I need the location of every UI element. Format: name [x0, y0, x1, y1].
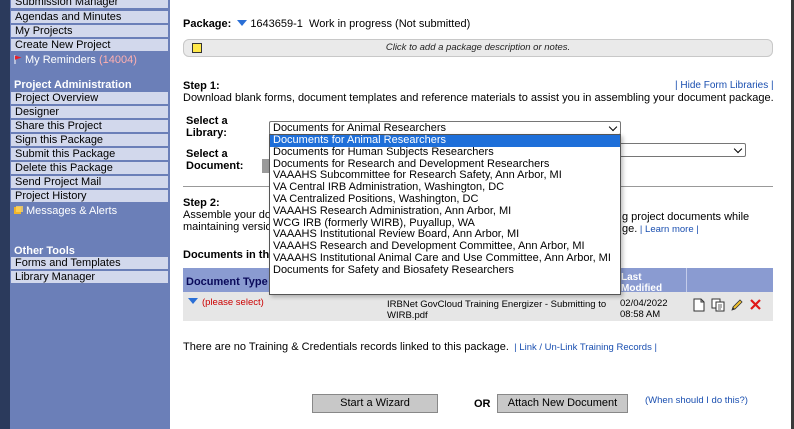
documents-in-package-heading: Documents in thi	[183, 249, 273, 261]
select-document-label: Select a Document:	[186, 148, 244, 172]
sidebar-item-my-projects[interactable]: My Projects	[11, 25, 168, 38]
library-dropdown-list[interactable]: Documents for Animal Researchers Document…	[269, 134, 621, 295]
chevron-down-icon	[733, 144, 743, 154]
library-select-value: Documents for Animal Researchers	[273, 122, 447, 134]
sidebar-item-create-project[interactable]: Create New Project	[11, 39, 168, 52]
sidebar-item-share[interactable]: Share this Project	[11, 120, 168, 133]
flag-icon	[14, 55, 22, 64]
start-wizard-button[interactable]: Start a Wizard	[312, 394, 438, 413]
sidebar-item-messages[interactable]: Messages & Alerts	[14, 205, 117, 218]
attach-new-document-button[interactable]: Attach New Document	[497, 394, 628, 413]
sidebar-item-delete[interactable]: Delete this Package	[11, 162, 168, 175]
step2-text-line2: maintaining versio	[183, 221, 272, 233]
sidebar-item-send-mail[interactable]: Send Project Mail	[11, 176, 168, 189]
description-prompt: Click to add a package description or no…	[385, 42, 571, 53]
document-type-select[interactable]: (please select)	[186, 297, 264, 308]
dropdown-triangle-icon	[188, 298, 198, 304]
package-id[interactable]: 1643659-1	[250, 18, 303, 30]
library-option[interactable]: Documents for Human Subjects Researchers	[270, 147, 620, 159]
sidebar-item-designer[interactable]: Designer	[11, 106, 168, 119]
file-name[interactable]: IRBNet GovCloud Training Energizer - Sub…	[387, 299, 606, 321]
page: Submission Manager Agendas and Minutes M…	[0, 0, 794, 429]
pencil-icon[interactable]	[730, 298, 744, 312]
reminders-label: My Reminders	[25, 54, 96, 66]
step2-text-line2-right: ge. | Learn more |	[622, 223, 699, 235]
link-training-records[interactable]: Link / Un-Link Training Records	[519, 342, 652, 353]
messages-label: Messages & Alerts	[26, 205, 118, 217]
document-icon[interactable]	[693, 298, 705, 312]
library-option[interactable]: Documents for Safety and Biosafety Resea…	[270, 265, 620, 277]
package-status: Work in progress (Not submitted)	[309, 18, 471, 30]
window-frame-left	[0, 0, 10, 429]
chevron-down-icon	[608, 122, 618, 132]
library-option[interactable]: VA Centralized Positions, Washington, DC	[270, 194, 620, 206]
library-option[interactable]: Documents for Research and Development R…	[270, 159, 620, 171]
when-should-i-link[interactable]: (When should I do this?)	[645, 395, 748, 406]
step1-text: Download blank forms, document templates…	[183, 92, 774, 104]
sidebar-item-forms-templates[interactable]: Forms and Templates	[11, 257, 168, 270]
library-option[interactable]: VAAAHS Research and Development Committe…	[270, 241, 620, 253]
step2-text-line1: Assemble your do	[183, 209, 272, 221]
copy-icon[interactable]	[711, 298, 725, 312]
package-description-bar[interactable]: Click to add a package description or no…	[183, 39, 773, 57]
admin-heading: Project Administration	[14, 79, 132, 91]
training-records-line: There are no Training & Credentials reco…	[183, 341, 657, 353]
library-option[interactable]: VAAAHS Subcommittee for Research Safety,…	[270, 170, 620, 182]
sidebar-item-project-overview[interactable]: Project Overview	[11, 92, 168, 105]
document-select[interactable]	[600, 143, 746, 157]
sidebar: Submission Manager Agendas and Minutes M…	[10, 0, 170, 429]
column-document-type[interactable]: Document Type	[186, 276, 268, 288]
select-library-label: Select a Library:	[186, 115, 228, 139]
library-option[interactable]: VAAAHS Institutional Review Board, Ann A…	[270, 229, 620, 241]
training-text: There are no Training & Credentials reco…	[183, 341, 509, 353]
column-last-modified[interactable]: Last Modified	[621, 272, 662, 294]
last-modified-date: 02/04/2022 08:58 AM	[620, 298, 668, 320]
sidebar-item-history[interactable]: Project History	[11, 190, 168, 203]
sidebar-item-submit[interactable]: Submit this Package	[11, 148, 168, 161]
step1-title: Step 1:	[183, 80, 220, 92]
step2-title: Step 2:	[183, 197, 220, 209]
column-separator	[686, 268, 687, 292]
package-label: Package:	[183, 18, 232, 30]
or-label: OR	[474, 398, 491, 410]
tools-heading: Other Tools	[14, 245, 75, 257]
library-option[interactable]: VA Central IRB Administration, Washingto…	[270, 182, 620, 194]
hide-form-libraries-link[interactable]: Hide Form Libraries	[680, 80, 768, 91]
sidebar-item-submission-manager[interactable]: Submission Manager	[11, 0, 168, 9]
library-option[interactable]: Documents for Animal Researchers	[270, 135, 620, 147]
learn-more-link[interactable]: Learn more	[645, 224, 694, 235]
step2-text-line1-right: g project documents while	[622, 211, 750, 223]
library-option[interactable]: WCG IRB (formerly WIRB), Puyallup, WA	[270, 218, 620, 230]
sidebar-item-reminders[interactable]: My Reminders (14004)	[14, 54, 137, 67]
dropdown-triangle-icon[interactable]	[237, 20, 248, 26]
hide-form-libraries: | Hide Form Libraries |	[675, 80, 774, 91]
sidebar-item-agendas[interactable]: Agendas and Minutes	[11, 11, 168, 24]
library-option[interactable]: VAAAHS Institutional Animal Care and Use…	[270, 253, 620, 265]
package-line: Package: 1643659-1 Work in progress (Not …	[183, 18, 470, 30]
library-option[interactable]: VAAAHS Research Administration, Ann Arbo…	[270, 206, 620, 218]
delete-icon[interactable]	[749, 298, 762, 311]
sidebar-item-library-manager[interactable]: Library Manager	[11, 271, 168, 284]
alert-icon	[14, 206, 23, 214]
reminders-count: (14004)	[98, 54, 137, 66]
library-select[interactable]: Documents for Animal Researchers	[269, 121, 621, 135]
sidebar-item-sign[interactable]: Sign this Package	[11, 134, 168, 147]
